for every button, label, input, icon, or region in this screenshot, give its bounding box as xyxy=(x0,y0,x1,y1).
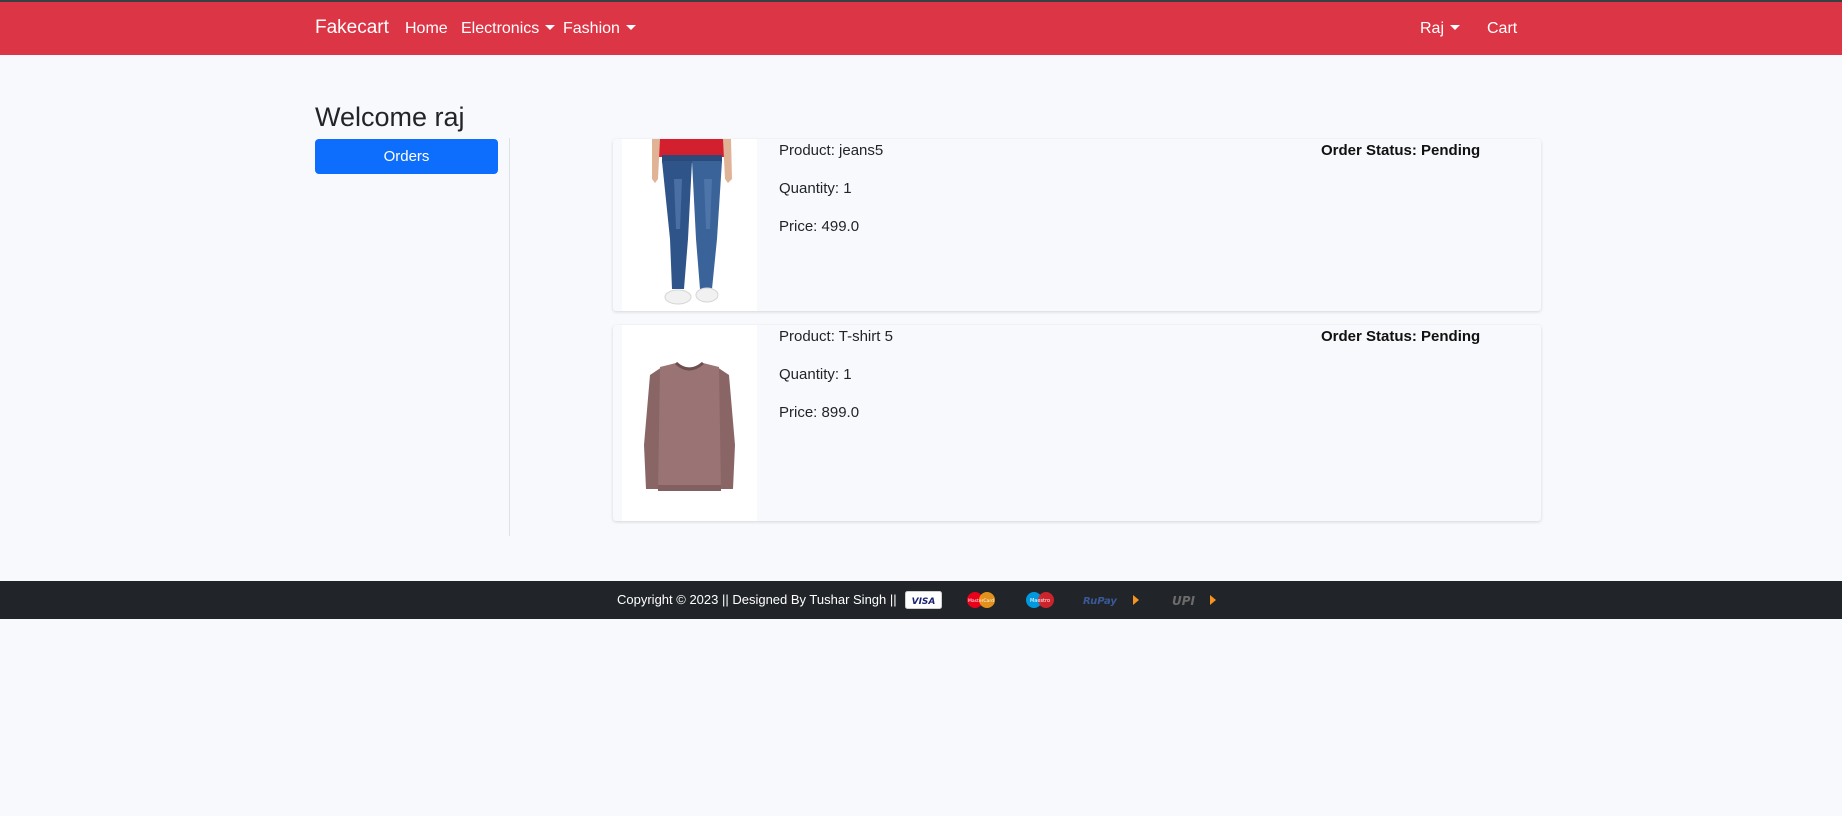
order-product: Product: T-shirt 5 xyxy=(779,328,893,345)
nav-fashion-label: Fashion xyxy=(563,20,620,37)
order-quantity: Quantity: 1 xyxy=(779,366,852,383)
mastercard-icon: MasterCard xyxy=(967,592,995,608)
order-product: Product: jeans5 xyxy=(779,142,884,159)
upi-icon: UPI xyxy=(1172,594,1216,608)
nav-electronics-label: Electronics xyxy=(461,20,540,37)
order-status: Order Status: Pending xyxy=(1321,328,1481,345)
nav-cart[interactable]: Cart xyxy=(1487,20,1517,38)
order-price: Price: 499.0 xyxy=(779,218,860,235)
tshirt-image[interactable] xyxy=(622,325,757,521)
order-status: Order Status: Pending xyxy=(1321,142,1481,159)
nav-user-dropdown[interactable]: Raj xyxy=(1420,20,1461,38)
chevron-down-icon xyxy=(625,25,636,30)
svg-text:MasterCard: MasterCard xyxy=(968,598,994,604)
maestro-icon: Maestro xyxy=(1026,592,1054,608)
order-card: Product: jeans5 Quantity: 1 Price: 499.0… xyxy=(613,139,1541,311)
nav-user-label: Raj xyxy=(1420,20,1445,37)
svg-text:VISA: VISA xyxy=(912,597,936,607)
jeans-image[interactable] xyxy=(622,139,757,311)
navbar: Fakecart Home Electronics Fashion Raj Ca… xyxy=(0,2,1842,55)
sidebar-divider xyxy=(509,138,510,536)
orders-button[interactable]: Orders xyxy=(315,139,498,174)
copyright-text: Copyright © 2023 || Designed By Tushar S… xyxy=(617,592,897,607)
nav-home[interactable]: Home xyxy=(405,20,448,38)
order-price: Price: 899.0 xyxy=(779,404,860,421)
order-quantity: Quantity: 1 xyxy=(779,180,852,197)
rupay-icon: RuPay xyxy=(1083,595,1139,607)
nav-electronics-dropdown[interactable]: Electronics xyxy=(461,20,556,38)
footer: Copyright © 2023 || Designed By Tushar S… xyxy=(0,581,1842,619)
chevron-down-icon xyxy=(1450,25,1461,30)
svg-text:UPI: UPI xyxy=(1172,594,1196,608)
order-card: Product: T-shirt 5 Quantity: 1 Price: 89… xyxy=(613,325,1541,521)
page-title: Welcome raj xyxy=(315,102,465,132)
svg-text:RuPay: RuPay xyxy=(1083,596,1117,607)
svg-text:Maestro: Maestro xyxy=(1030,598,1050,604)
nav-fashion-dropdown[interactable]: Fashion xyxy=(563,20,636,38)
visa-icon: VISA xyxy=(905,591,942,609)
chevron-down-icon xyxy=(545,25,556,30)
brand-logo[interactable]: Fakecart xyxy=(315,17,389,39)
